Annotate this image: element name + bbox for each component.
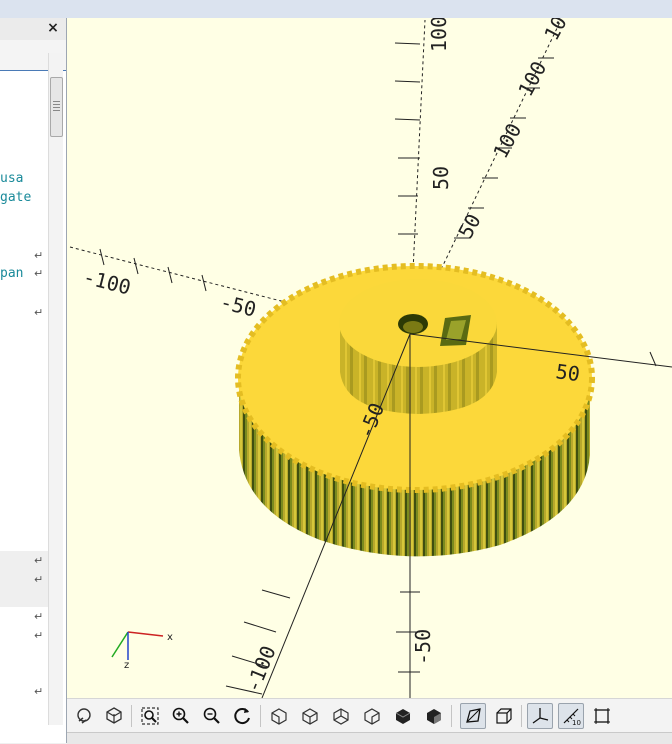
reset-view-button[interactable] <box>230 703 256 729</box>
y-axis-label-neg100: -100 <box>240 642 280 696</box>
gizmo-x-axis <box>127 631 164 637</box>
view-all-button[interactable] <box>137 703 163 729</box>
scrollbar-thumb[interactable] <box>50 77 63 137</box>
view-top-icon <box>302 708 318 725</box>
axes-icon <box>532 708 549 724</box>
view-back-icon <box>427 709 441 724</box>
view-right-icon <box>271 708 287 725</box>
gizmo-y-axis <box>111 631 129 658</box>
viewport-scene: 50 -100 -50 50 50 100 100 100 -50 -50 -1… <box>69 18 672 698</box>
orthogonal-button[interactable] <box>491 703 517 729</box>
view-back-button[interactable] <box>421 703 447 729</box>
line-wrap-icon: ↵ <box>34 554 44 567</box>
preview-button[interactable] <box>71 703 97 729</box>
separator <box>521 705 522 727</box>
code-editor[interactable]: usa gate pan ↵ ↵ ↵ ↵ ↵ ↵ ↵ ↵ <box>0 53 48 725</box>
scale-badge: 10 <box>572 719 581 726</box>
view-bottom-button[interactable] <box>328 703 354 729</box>
view-front-button[interactable] <box>390 703 416 729</box>
y-axis-label-75: 100 <box>488 119 526 162</box>
separator <box>451 705 452 727</box>
gizmo-z-label: z <box>124 660 129 671</box>
orientation-gizmo: x z <box>111 631 173 671</box>
line-wrap-icon: ↵ <box>34 629 44 642</box>
axis-ticks <box>99 42 554 292</box>
close-editor-button[interactable]: × <box>46 20 60 36</box>
show-axes-button[interactable] <box>527 703 553 729</box>
3d-viewport[interactable]: 50 -100 -50 50 50 100 100 100 -50 -50 -1… <box>67 18 672 698</box>
view-toolbar: 10 <box>67 698 672 733</box>
show-edges-button[interactable] <box>589 703 615 729</box>
separator <box>260 705 261 727</box>
code-line: pan <box>0 266 24 281</box>
zoom-in-icon <box>172 707 189 724</box>
edges-icon <box>594 708 610 724</box>
z-axis-label-50: 50 <box>429 166 453 190</box>
line-wrap-icon: ↵ <box>34 306 44 319</box>
scale-markers-icon: 10 <box>563 708 581 726</box>
y-axis-label-100: 100 <box>539 18 577 44</box>
line-wrap-icon: ↵ <box>34 249 44 262</box>
view-front-icon <box>395 709 411 724</box>
view-left-icon <box>364 708 380 725</box>
gear-model <box>235 263 595 557</box>
y-axis-label-90: 100 <box>513 57 551 100</box>
z-axis-label-neg50: -50 <box>411 629 435 665</box>
status-bar <box>67 732 672 744</box>
orthogonal-icon <box>496 708 512 724</box>
editor-header: × <box>0 18 66 41</box>
x-axis-label-neg100: -100 <box>81 265 134 300</box>
show-scale-button[interactable]: 10 <box>558 703 584 729</box>
perspective-icon <box>466 708 481 723</box>
code-line: usa <box>0 171 24 186</box>
preview-icon <box>77 708 91 724</box>
line-wrap-icon: ↵ <box>34 610 44 623</box>
grip-icon <box>53 101 60 111</box>
bore-hole-inner <box>403 321 423 333</box>
view-top-button[interactable] <box>297 703 323 729</box>
z-axis-label-top: 100 <box>427 18 451 52</box>
zoom-out-icon <box>203 707 220 724</box>
zoom-out-button[interactable] <box>199 703 225 729</box>
line-wrap-icon: ↵ <box>34 267 44 280</box>
code-line: gate <box>0 190 32 205</box>
y-axis-label-50: 50 <box>453 210 486 243</box>
x-axis-label-neg50: -50 <box>218 290 259 322</box>
view-bottom-icon <box>333 708 349 725</box>
view-left-button[interactable] <box>359 703 385 729</box>
view-all-icon <box>141 707 159 725</box>
x-axis-label-50: 50 <box>554 359 581 386</box>
line-wrap-icon: ↵ <box>34 685 44 698</box>
perspective-button[interactable] <box>460 703 486 729</box>
view-right-button[interactable] <box>266 703 292 729</box>
editor-scrollbar[interactable] <box>48 53 63 725</box>
line-wrap-icon: ↵ <box>34 573 44 586</box>
gizmo-x-label: x <box>167 632 173 643</box>
render-icon <box>106 707 122 724</box>
render-button[interactable] <box>101 703 127 729</box>
separator <box>131 705 132 727</box>
zoom-in-button[interactable] <box>168 703 194 729</box>
reset-view-icon <box>234 708 250 725</box>
window-title-bar <box>0 0 672 19</box>
